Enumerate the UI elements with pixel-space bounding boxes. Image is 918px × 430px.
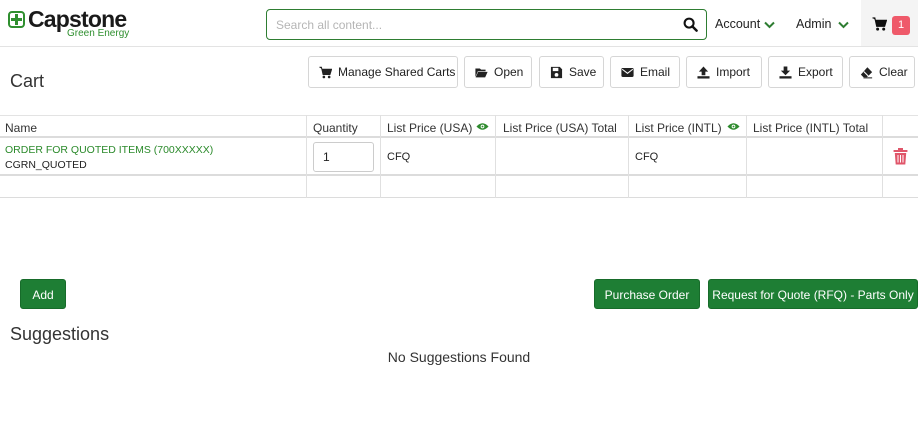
column-header-list-price-usa: List Price (USA) bbox=[387, 121, 473, 135]
manage-shared-carts-button[interactable]: Manage Shared Carts bbox=[308, 56, 458, 88]
purchase-order-button[interactable]: Purchase Order bbox=[594, 279, 700, 309]
request-for-quote-button[interactable]: Request for Quote (RFQ) - Parts Only bbox=[708, 279, 918, 309]
search-input[interactable] bbox=[267, 10, 667, 39]
column-header-list-price-usa-total: List Price (USA) Total bbox=[503, 121, 617, 135]
shopping-cart-icon bbox=[319, 66, 332, 78]
chevron-down-icon[interactable] bbox=[764, 21, 775, 29]
save-label: Save bbox=[569, 65, 597, 79]
column-divider bbox=[306, 115, 307, 198]
capstone-logo-mark-icon bbox=[8, 11, 25, 28]
list-price-usa-value: CFQ bbox=[387, 151, 411, 163]
add-button[interactable]: Add bbox=[20, 279, 66, 309]
save-button[interactable]: Save bbox=[539, 56, 604, 88]
eye-icon[interactable] bbox=[476, 122, 489, 131]
list-price-intl-value: CFQ bbox=[635, 151, 659, 163]
capstone-logo[interactable]: Capstone Green Energy bbox=[6, 6, 136, 40]
column-divider bbox=[628, 115, 629, 198]
top-navigation-bar: Capstone Green Energy Account Admin 1 bbox=[0, 0, 918, 47]
quantity-input[interactable] bbox=[313, 142, 374, 172]
admin-menu[interactable]: Admin bbox=[796, 17, 831, 31]
open-button[interactable]: Open bbox=[464, 56, 532, 88]
account-menu[interactable]: Account bbox=[715, 17, 760, 31]
floppy-disk-icon bbox=[550, 66, 563, 78]
column-header-name: Name bbox=[5, 121, 38, 135]
envelope-icon bbox=[621, 67, 634, 77]
email-button[interactable]: Email bbox=[610, 56, 680, 88]
item-name-link[interactable]: ORDER FOR QUOTED ITEMS (700XXXXX) bbox=[5, 144, 213, 156]
manage-shared-carts-label: Manage Shared Carts bbox=[338, 65, 456, 79]
shopping-cart-icon bbox=[872, 17, 887, 31]
open-label: Open bbox=[494, 65, 524, 79]
item-part-number: CGRN_QUOTED bbox=[5, 159, 87, 171]
table-row bbox=[0, 176, 918, 198]
trash-icon[interactable] bbox=[893, 148, 908, 165]
cart-count-badge: 1 bbox=[892, 16, 910, 35]
eraser-icon bbox=[860, 66, 873, 78]
search-box bbox=[266, 9, 707, 40]
column-header-list-price-intl: List Price (INTL) bbox=[635, 121, 722, 135]
brand-tagline: Green Energy bbox=[67, 28, 130, 39]
import-label: Import bbox=[716, 65, 751, 79]
email-label: Email bbox=[640, 65, 671, 79]
search-icon[interactable] bbox=[683, 17, 698, 32]
column-header-list-price-intl-total: List Price (INTL) Total bbox=[753, 121, 869, 135]
item-name-cell: ORDER FOR QUOTED ITEMS (700XXXXX) CGRN_Q… bbox=[5, 144, 213, 171]
clear-label: Clear bbox=[879, 65, 908, 79]
folder-open-icon bbox=[475, 67, 488, 77]
table-row: ORDER FOR QUOTED ITEMS (700XXXXX) CGRN_Q… bbox=[0, 138, 918, 176]
clear-button[interactable]: Clear bbox=[849, 56, 915, 88]
page-title: Cart bbox=[10, 71, 45, 91]
export-button[interactable]: Export bbox=[768, 56, 843, 88]
download-icon bbox=[779, 65, 792, 79]
eye-icon[interactable] bbox=[727, 122, 740, 131]
cart-button[interactable]: 1 bbox=[861, 0, 918, 46]
column-divider bbox=[380, 115, 381, 198]
column-divider bbox=[746, 115, 747, 198]
column-divider bbox=[495, 115, 496, 198]
export-label: Export bbox=[798, 65, 833, 79]
table-header-row: Name Quantity List Price (USA) List Pric… bbox=[0, 115, 918, 138]
suggestions-heading: Suggestions bbox=[10, 324, 110, 344]
no-suggestions-message: No Suggestions Found bbox=[387, 349, 531, 365]
column-divider bbox=[882, 115, 883, 198]
upload-icon bbox=[697, 65, 710, 79]
import-button[interactable]: Import bbox=[686, 56, 762, 88]
chevron-down-icon[interactable] bbox=[838, 21, 849, 29]
column-header-quantity: Quantity bbox=[313, 121, 358, 135]
